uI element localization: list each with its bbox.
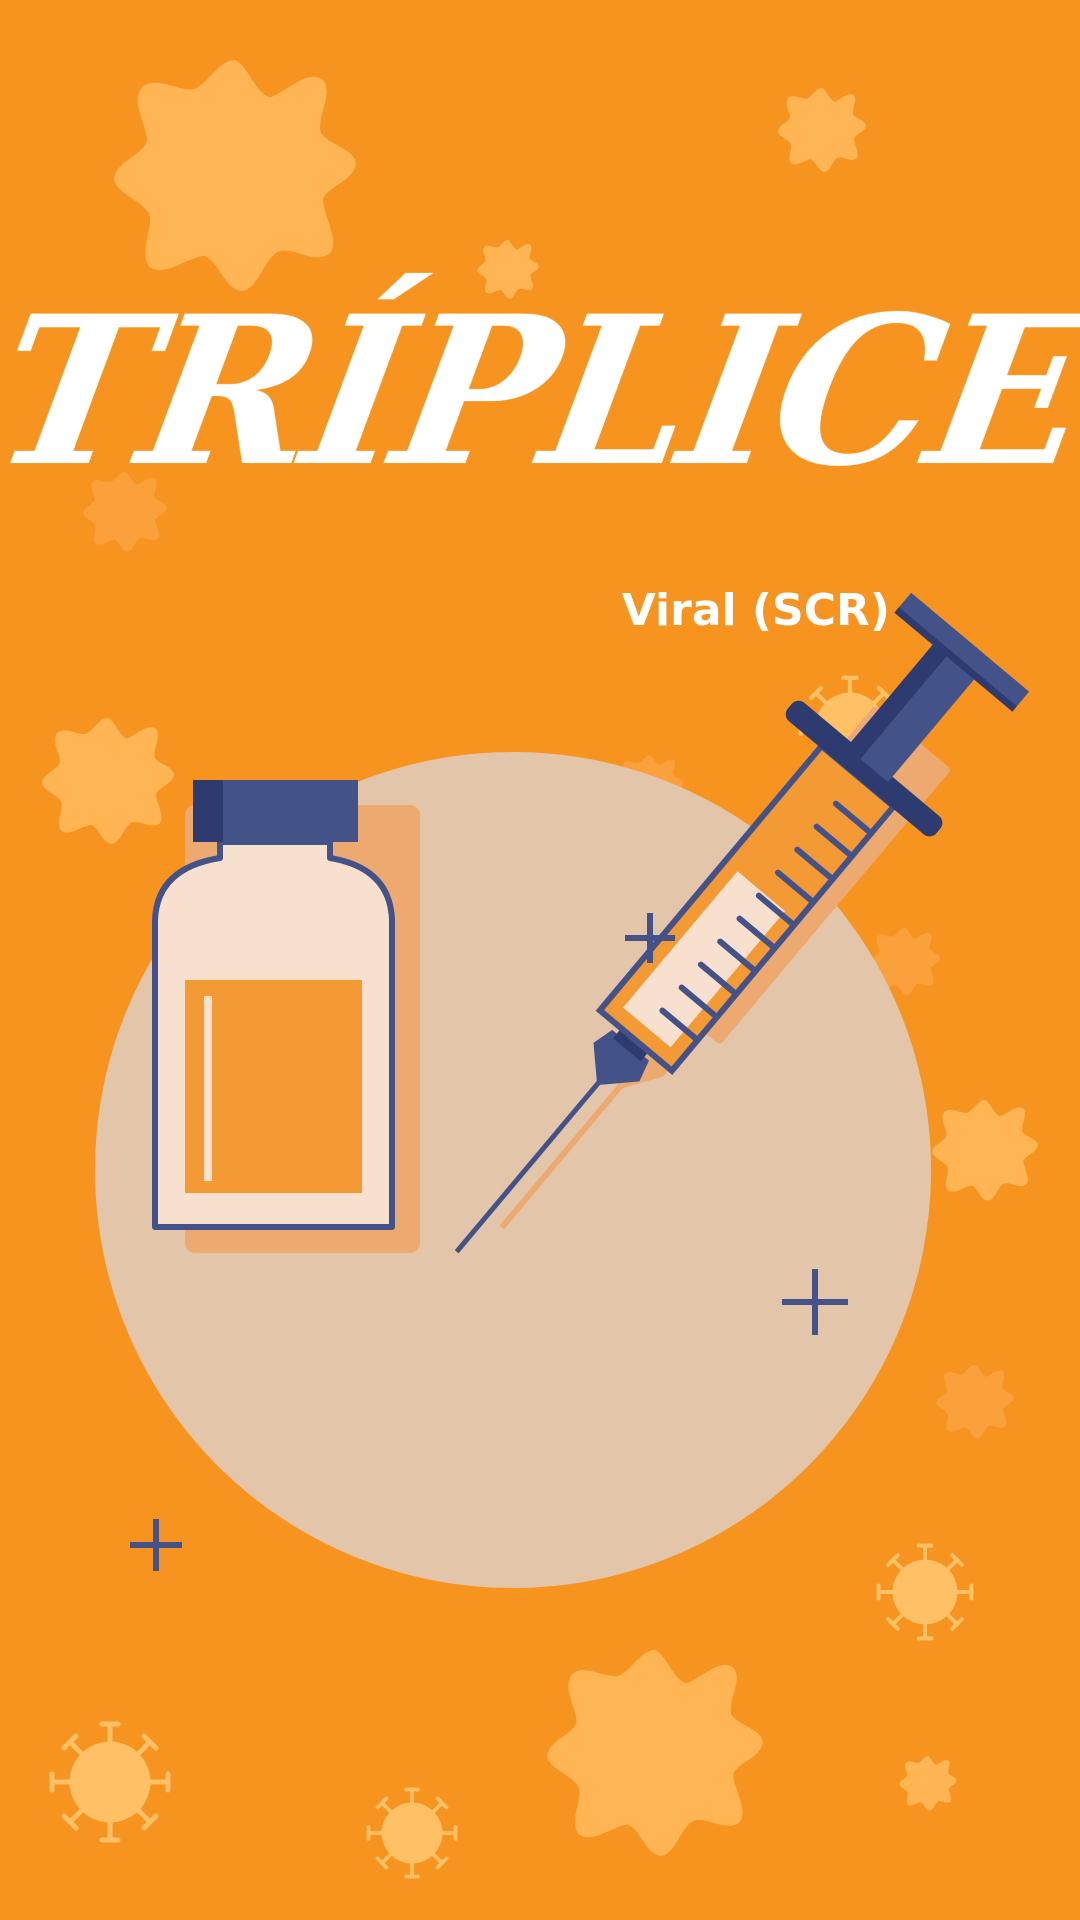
virus-icon [41, 718, 174, 844]
virus-icon [52, 1724, 168, 1840]
virus-icon [366, 1787, 458, 1879]
vaccine-vial-icon [152, 780, 420, 1253]
poster: TRÍPLICE Viral (SCR) [0, 0, 1080, 1920]
poster-subtitle: Viral (SCR) [621, 585, 890, 636]
poster-title: TRÍPLICE [0, 272, 1080, 512]
virus-icon [879, 1546, 972, 1639]
virus-icon [778, 88, 866, 172]
virus-icon [899, 1756, 957, 1811]
virus-icon [114, 59, 356, 291]
virus-icon [936, 1365, 1014, 1439]
virus-icon [547, 1650, 763, 1856]
virus-icon [932, 1100, 1038, 1201]
